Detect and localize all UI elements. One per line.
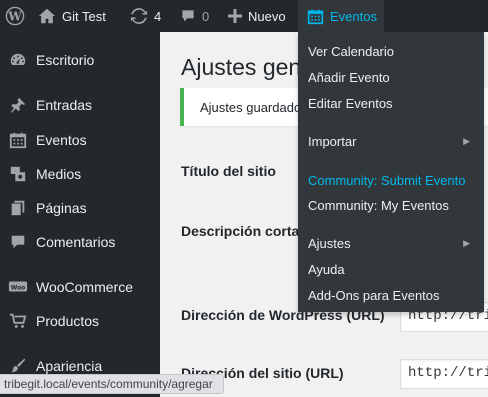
comment-icon [0, 233, 36, 251]
admin-bar: W Git Test 4 0 Nuevo Eventos [0, 0, 488, 32]
sidebar-item-label: Entradas [36, 97, 93, 113]
updates-count: 4 [154, 8, 162, 24]
svg-text:Woo: Woo [11, 285, 25, 291]
submenu-arrow-icon: ▶ [463, 135, 470, 146]
menu-item-settings[interactable]: Ajustes ▶ [298, 230, 484, 256]
notice-text: Ajustes guardados. [200, 100, 312, 115]
site-url-input[interactable]: http://tribegit.local [400, 359, 488, 389]
svg-text:W: W [7, 9, 22, 23]
tagline-label: Descripción corta [181, 223, 300, 239]
media-icon [0, 165, 36, 183]
menu-item-label: Community: My Eventos [308, 197, 449, 213]
site-name: Git Test [62, 8, 106, 24]
updates-link[interactable]: 4 [130, 0, 161, 32]
menu-item-edit-events[interactable]: Editar Eventos [298, 90, 484, 116]
sidebar-item-pages[interactable]: Páginas [0, 191, 160, 225]
wordpress-logo-icon: W [5, 6, 25, 26]
admin-sidebar: Escritorio Entradas Eventos Medios Págin… [0, 32, 160, 397]
sidebar-item-events[interactable]: Eventos [0, 123, 160, 157]
sidebar-item-label: Productos [36, 313, 100, 329]
sidebar-item-label: Escritorio [36, 52, 95, 68]
menu-item-add-event[interactable]: Añadir Evento [298, 64, 484, 90]
new-content-button[interactable]: Nuevo [228, 0, 286, 32]
events-menu-button[interactable]: Eventos [298, 0, 384, 32]
wordpress-logo-button[interactable]: W [0, 0, 30, 32]
menu-item-import[interactable]: Importar ▶ [298, 128, 484, 154]
site-name-link[interactable]: Git Test [38, 0, 106, 32]
menu-item-help[interactable]: Ayuda [298, 256, 484, 282]
calendar-icon [307, 8, 324, 25]
sidebar-item-label: Medios [36, 166, 82, 182]
menu-item-event-addons[interactable]: Add-Ons para Eventos [298, 282, 484, 308]
woo-icon: Woo [0, 280, 36, 294]
sidebar-item-label: Eventos [36, 132, 87, 148]
sidebar-item-posts[interactable]: Entradas [0, 88, 160, 122]
menu-item-label: Community: Submit Evento [308, 172, 466, 188]
sidebar-item-label: Comentarios [36, 234, 116, 250]
menu-item-label: Editar Eventos [308, 95, 393, 111]
sidebar-item-label: WooCommerce [36, 279, 133, 295]
comments-count: 0 [202, 8, 210, 24]
menu-item-label: Add-Ons para Eventos [308, 287, 440, 303]
site-title-label: Título del sitio [181, 163, 276, 179]
pages-icon [0, 199, 36, 217]
sidebar-item-dashboard[interactable]: Escritorio [0, 43, 160, 77]
sidebar-item-label: Páginas [36, 200, 87, 216]
updates-icon [130, 7, 148, 25]
pin-icon [0, 96, 36, 114]
sidebar-item-media[interactable]: Medios [0, 157, 160, 191]
sidebar-item-comments[interactable]: Comentarios [0, 225, 160, 259]
new-label: Nuevo [248, 8, 286, 24]
plus-icon [228, 9, 242, 23]
events-label: Eventos [330, 8, 377, 24]
menu-item-community-my-events[interactable]: Community: My Eventos [298, 192, 484, 218]
browser-status-url: tribegit.local/events/community/agregar [0, 374, 224, 394]
comments-link[interactable]: 0 [180, 0, 209, 32]
sidebar-item-label: Apariencia [36, 358, 103, 374]
submenu-arrow-icon: ▶ [463, 237, 470, 248]
sidebar-item-products[interactable]: Productos [0, 304, 160, 338]
cart-icon [0, 312, 36, 330]
menu-item-label: Ajustes [308, 235, 351, 251]
sidebar-item-woocommerce[interactable]: Woo WooCommerce [0, 270, 160, 304]
menu-item-view-calendar[interactable]: Ver Calendario [298, 38, 484, 64]
calendar-icon [0, 131, 36, 149]
menu-item-label: Importar [308, 133, 357, 149]
dashboard-icon [0, 51, 36, 69]
home-icon [38, 7, 56, 25]
menu-item-label: Ver Calendario [308, 43, 394, 59]
brush-icon [0, 357, 36, 375]
menu-item-label: Añadir Evento [308, 69, 390, 85]
comment-bubble-icon [180, 8, 196, 24]
menu-item-label: Ayuda [308, 261, 345, 277]
menu-item-community-submit-event[interactable]: Community: Submit Evento [298, 167, 484, 193]
events-dropdown-menu: Ver Calendario Añadir Evento Editar Even… [298, 32, 484, 312]
